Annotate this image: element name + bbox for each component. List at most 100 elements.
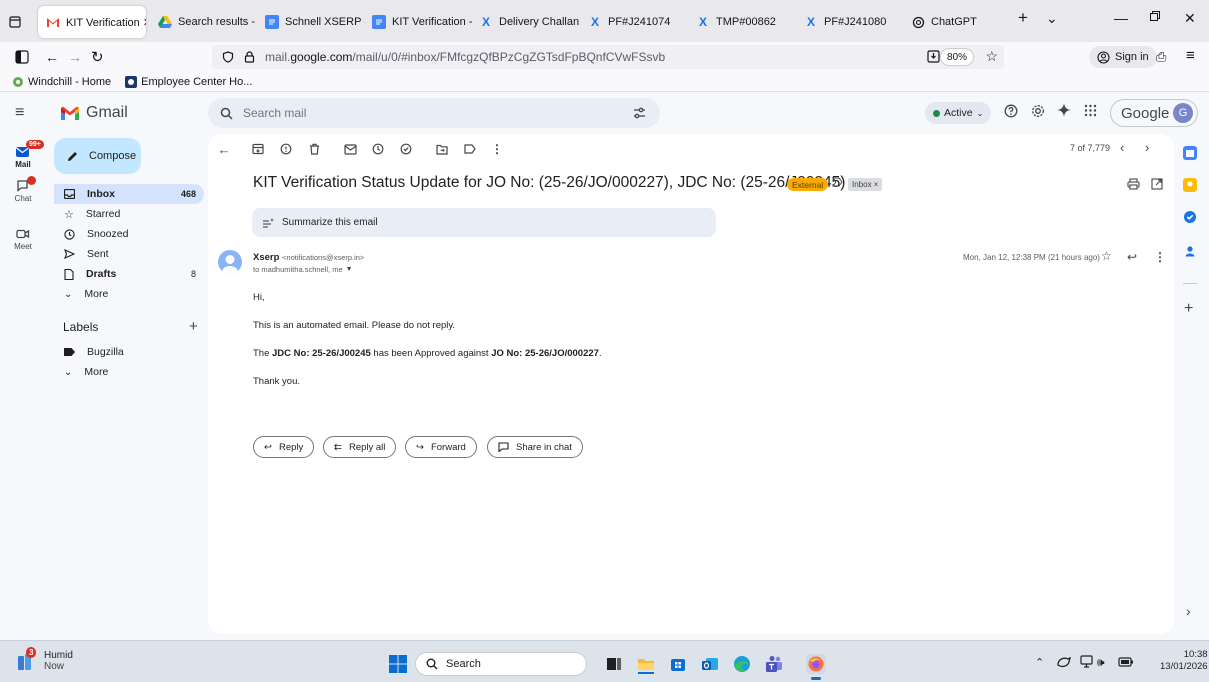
more-actions-icon[interactable]: ⋮ bbox=[490, 142, 504, 156]
sender-info[interactable]: Xserp <notifications@xserp.in> bbox=[253, 252, 364, 263]
firefox-icon[interactable] bbox=[806, 654, 826, 674]
sidebar-item-more[interactable]: ⌄ More bbox=[54, 284, 204, 304]
label-icon[interactable] bbox=[463, 142, 477, 156]
contacts-icon[interactable] bbox=[1183, 244, 1197, 258]
edge-browser-icon[interactable] bbox=[732, 654, 752, 674]
move-to-icon[interactable] bbox=[435, 142, 449, 156]
search-options-icon[interactable] bbox=[633, 107, 646, 119]
battery-icon[interactable] bbox=[1118, 657, 1134, 667]
reply-button[interactable]: ↩ Reply bbox=[253, 436, 315, 458]
back-icon[interactable]: ← bbox=[45, 49, 59, 65]
mark-unread-icon[interactable] bbox=[343, 142, 357, 156]
tab-delivery-challan[interactable]: X Delivery Challan bbox=[471, 6, 579, 38]
tab-schnell-xserp[interactable]: Schnell XSERP - K bbox=[257, 6, 365, 38]
lock-icon[interactable] bbox=[244, 51, 255, 63]
url-bar[interactable]: mail.google.com/mail/u/0/#inbox/FMfcgzQf… bbox=[212, 45, 1004, 69]
print-icon[interactable] bbox=[1127, 178, 1140, 190]
zoom-indicator[interactable]: 80% bbox=[939, 48, 974, 66]
reply-all-button[interactable]: ⇇ Reply all bbox=[323, 436, 397, 458]
bookmark-star-icon[interactable]: ☆ bbox=[985, 48, 998, 65]
newer-chevron-left-icon[interactable]: ‹ bbox=[1120, 140, 1124, 155]
gemini-sparkle-icon[interactable] bbox=[1057, 103, 1071, 117]
tab-search-results[interactable]: Search results - G bbox=[150, 6, 258, 38]
task-view-icon[interactable] bbox=[604, 654, 624, 674]
tracking-shield-icon[interactable] bbox=[222, 51, 234, 63]
back-to-inbox-icon[interactable]: ← bbox=[217, 142, 231, 157]
microsoft-store-icon[interactable] bbox=[668, 654, 688, 674]
get-addons-plus-icon[interactable]: + bbox=[1184, 300, 1193, 318]
file-explorer-icon[interactable] bbox=[636, 654, 656, 674]
star-message-icon[interactable]: ☆ bbox=[1101, 249, 1112, 263]
forward-icon[interactable]: → bbox=[68, 49, 82, 65]
message-more-icon[interactable]: ⋮ bbox=[1154, 250, 1166, 264]
outlook-icon[interactable] bbox=[700, 654, 720, 674]
share-in-chat-button[interactable]: Share in chat bbox=[487, 436, 583, 458]
snooze-clock-icon[interactable] bbox=[371, 142, 385, 156]
sender-avatar[interactable] bbox=[218, 250, 242, 274]
tasks-icon[interactable] bbox=[1183, 210, 1197, 224]
minimize-icon[interactable]: — bbox=[1114, 10, 1128, 26]
inbox-label-chip[interactable]: Inbox × bbox=[848, 178, 883, 191]
bookmark-windchill[interactable]: Windchill - Home bbox=[12, 76, 111, 88]
restore-icon[interactable] bbox=[1149, 10, 1161, 22]
tab-kit-verification-doc[interactable]: KIT Verification - | bbox=[364, 6, 472, 38]
weather-widget[interactable]: 3 Humid Now bbox=[16, 647, 73, 672]
older-chevron-right-icon[interactable]: › bbox=[1145, 140, 1149, 155]
search-icon[interactable] bbox=[220, 107, 233, 120]
taskbar-search[interactable]: Search bbox=[415, 652, 587, 676]
tab-tmp00862[interactable]: X TMP#00862 bbox=[688, 6, 796, 38]
sidebar-item-sent[interactable]: Sent bbox=[54, 244, 204, 264]
search-bar[interactable] bbox=[208, 98, 660, 128]
volume-icon[interactable]: 🕪 bbox=[1097, 655, 1105, 670]
search-input[interactable] bbox=[243, 106, 613, 120]
status-active-dropdown[interactable]: Active ⌄ bbox=[925, 102, 992, 124]
help-icon[interactable] bbox=[1004, 104, 1018, 118]
tab-pfj241080[interactable]: X PF#J241080 bbox=[796, 6, 904, 38]
archive-icon[interactable] bbox=[251, 142, 265, 156]
keep-icon[interactable] bbox=[1183, 178, 1197, 192]
add-label-icon[interactable]: + bbox=[189, 318, 198, 335]
new-tab-icon[interactable]: + bbox=[1018, 8, 1028, 28]
main-menu-icon[interactable]: ≡ bbox=[15, 104, 24, 122]
tab-kit-verification[interactable]: KIT Verification ✕ bbox=[38, 6, 146, 38]
add-to-tasks-icon[interactable] bbox=[399, 142, 413, 156]
windows-start-icon[interactable] bbox=[389, 655, 407, 673]
recipients-line[interactable]: to madhumitha.schnell, me ▼ bbox=[253, 265, 353, 274]
sidebar-label-bugzilla[interactable]: Bugzilla bbox=[54, 342, 204, 362]
sidebar-item-inbox[interactable]: Inbox 468 bbox=[54, 184, 204, 204]
caret-down-icon[interactable]: ▼ bbox=[346, 266, 353, 273]
tab-pfj241074[interactable]: X PF#J241074 bbox=[580, 6, 688, 38]
taskbar-clock[interactable]: 10:38 13/01/2026 bbox=[1160, 649, 1208, 673]
tray-overflow-chevron-icon[interactable]: ⌃ bbox=[1035, 656, 1044, 669]
tab-chatgpt[interactable]: ChatGPT bbox=[903, 6, 1011, 38]
calendar-icon[interactable] bbox=[1183, 146, 1197, 160]
reply-arrow-icon[interactable]: ↩ bbox=[1127, 250, 1137, 264]
sidebar-item-starred[interactable]: ☆ Starred bbox=[54, 204, 204, 224]
bookmark-employee-center[interactable]: Employee Center Ho... bbox=[125, 75, 252, 88]
google-account-button[interactable]: Google G bbox=[1110, 99, 1198, 127]
delete-trash-icon[interactable] bbox=[307, 142, 321, 156]
close-window-icon[interactable]: ✕ bbox=[1184, 10, 1196, 27]
copilot-tray-icon[interactable] bbox=[1056, 655, 1072, 669]
rail-mail[interactable]: 99+ Mail bbox=[0, 140, 46, 169]
sidebar-toggle-icon[interactable] bbox=[15, 50, 29, 64]
extensions-icon[interactable]: ⎙ bbox=[1156, 49, 1166, 65]
apps-grid-icon[interactable] bbox=[1084, 104, 1097, 117]
rail-chat[interactable]: Chat bbox=[0, 176, 46, 203]
summarize-email-button[interactable]: Summarize this email bbox=[252, 208, 716, 237]
sign-in-button[interactable]: Sign in bbox=[1089, 46, 1157, 68]
gmail-logo[interactable]: Gmail bbox=[60, 104, 128, 122]
sidebar-item-snoozed[interactable]: Snoozed bbox=[54, 224, 204, 244]
forward-button[interactable]: ↪ Forward bbox=[405, 436, 477, 458]
tab-dropdown-icon[interactable]: ⌄ bbox=[1046, 10, 1058, 27]
save-page-icon[interactable] bbox=[927, 50, 940, 63]
settings-gear-icon[interactable] bbox=[1031, 104, 1045, 118]
network-monitor-icon[interactable] bbox=[1080, 655, 1094, 668]
open-new-window-icon[interactable] bbox=[1151, 178, 1163, 190]
tab-list-icon[interactable] bbox=[4, 6, 26, 38]
teams-icon[interactable] bbox=[764, 654, 784, 674]
expand-side-panel-icon[interactable]: › bbox=[1186, 603, 1191, 619]
importance-marker-icon[interactable] bbox=[832, 177, 843, 187]
sidebar-item-drafts[interactable]: Drafts 8 bbox=[54, 264, 204, 284]
app-menu-icon[interactable]: ≡ bbox=[1186, 47, 1195, 64]
